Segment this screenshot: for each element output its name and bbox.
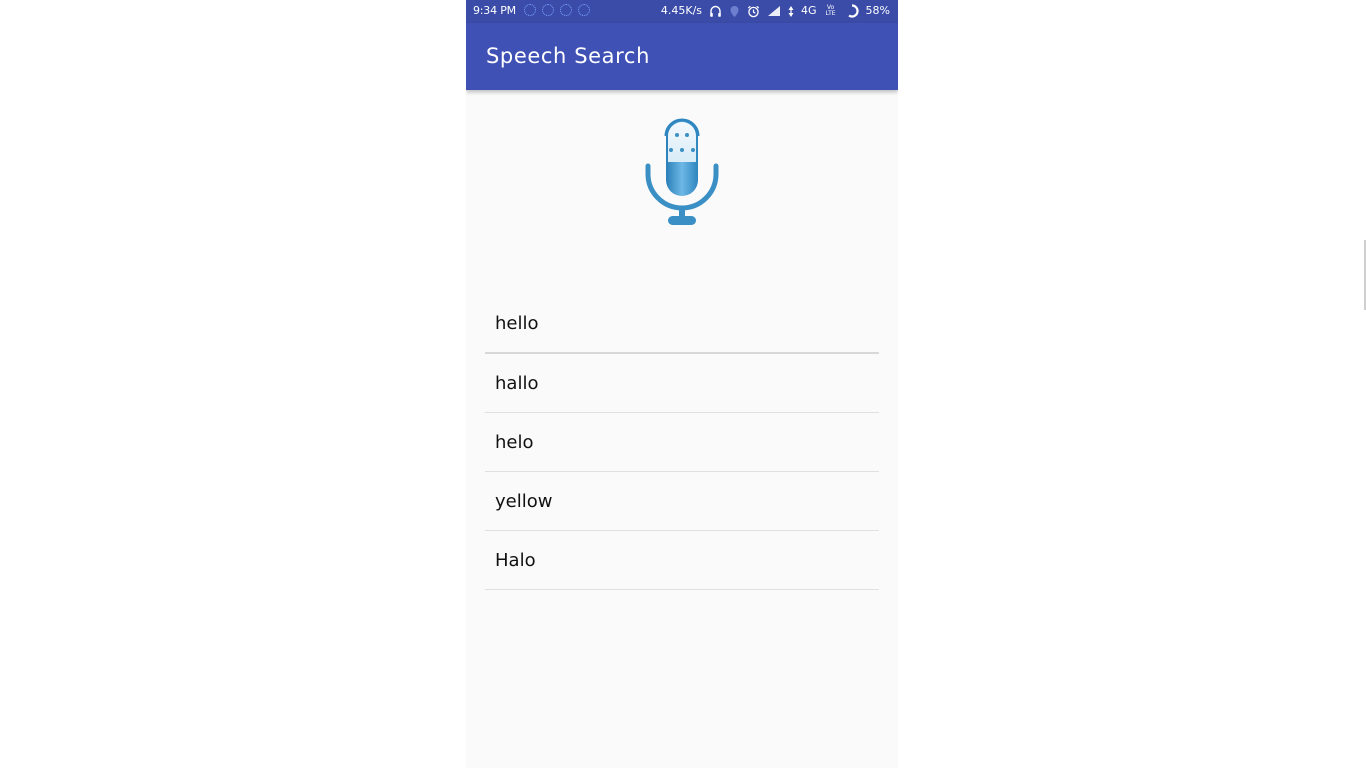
headphones-icon [710, 5, 721, 17]
network-speed: 4.45K/s [660, 4, 703, 17]
phone-screen: 9:34 PM 4.45K/s 4G Vo LTE 58% Speech Sea… [466, 0, 898, 768]
list-item[interactable]: helo [485, 413, 879, 472]
app-bar: Speech Search [466, 23, 898, 90]
app-title: Speech Search [486, 44, 650, 68]
status-right-group: 4.45K/s 4G Vo LTE 58% [661, 3, 890, 19]
signal-icon [768, 6, 781, 16]
notification-icon [578, 4, 590, 16]
data-arrows-icon [788, 5, 794, 17]
battery-icon [847, 4, 859, 18]
mic-button[interactable] [644, 118, 720, 230]
result-text: yellow [495, 491, 553, 512]
result-text: helo [495, 432, 534, 453]
list-item[interactable]: Halo [485, 531, 879, 590]
microphone-icon[interactable] [644, 118, 720, 230]
notification-icon [542, 4, 554, 16]
notification-icon [524, 4, 536, 16]
battery-percent: 58% [865, 4, 890, 17]
result-text: Halo [495, 550, 536, 571]
result-text: hello [495, 313, 539, 334]
volte-icon: Vo LTE [825, 4, 836, 17]
results-list: hello hallo helo yellow Halo [485, 294, 879, 590]
list-item[interactable]: hallo [485, 354, 879, 413]
list-item[interactable]: yellow [485, 472, 879, 531]
network-type: 4G [801, 4, 817, 17]
result-text: hallo [495, 373, 539, 394]
list-item[interactable]: hello [485, 294, 879, 354]
status-time: 9:34 PM [473, 4, 516, 17]
status-bar: 9:34 PM 4.45K/s 4G Vo LTE 58% [466, 0, 898, 23]
alarm-icon [747, 5, 760, 17]
notification-icon [560, 4, 572, 16]
notification-icons [524, 4, 590, 16]
location-icon [730, 5, 739, 17]
